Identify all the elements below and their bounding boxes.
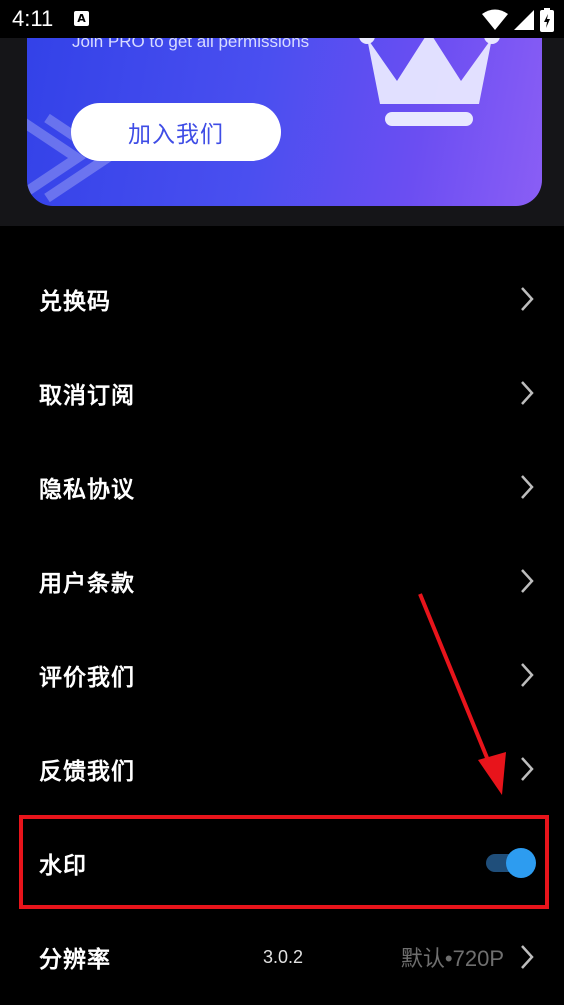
annotation-arrow-icon (418, 593, 506, 795)
chevron-right-icon (521, 381, 534, 405)
chevron-right-icon (521, 287, 534, 311)
chevron-right-icon (521, 475, 534, 499)
menu-item-resolution[interactable]: 分辨率 3.0.2 默认•720P (0, 910, 564, 1004)
menu-item-label: 分辨率 (39, 947, 111, 973)
annotation-highlight-box (19, 815, 549, 909)
menu-item-label: 兑换码 (39, 289, 111, 315)
status-bar: 4:11 A (0, 0, 564, 38)
promo-section: Join PRO to get all permissions 加入我们 (0, 38, 564, 226)
chevron-right-icon (521, 757, 534, 781)
resolution-value: 默认•720P (400, 946, 504, 971)
notification-icon: A (74, 11, 89, 26)
menu-item-cancel-subscription[interactable]: 取消订阅 (0, 346, 564, 440)
status-icons (482, 8, 554, 32)
crown-icon (359, 38, 500, 126)
battery-icon (540, 8, 554, 32)
menu-item-redeem-code[interactable]: 兑换码 (0, 252, 564, 346)
menu-item-label: 评价我们 (39, 665, 135, 691)
wifi-icon (482, 9, 508, 30)
join-button[interactable]: 加入我们 (71, 103, 281, 161)
menu-item-label: 反馈我们 (39, 759, 135, 785)
menu-item-label: 用户条款 (39, 571, 135, 597)
pro-banner: Join PRO to get all permissions 加入我们 (27, 38, 542, 206)
signal-icon (514, 10, 534, 30)
menu-item-privacy-policy[interactable]: 隐私协议 (0, 440, 564, 534)
chevron-right-icon (521, 945, 534, 969)
chevron-right-icon (521, 663, 534, 687)
status-time: 4:11 (12, 6, 54, 31)
menu-item-label: 取消订阅 (39, 383, 135, 409)
version-text: 3.0.2 (263, 946, 304, 967)
promo-subtitle: Join PRO to get all permissions (72, 38, 310, 51)
chevron-right-icon (521, 569, 534, 593)
menu-item-label: 隐私协议 (39, 477, 135, 503)
